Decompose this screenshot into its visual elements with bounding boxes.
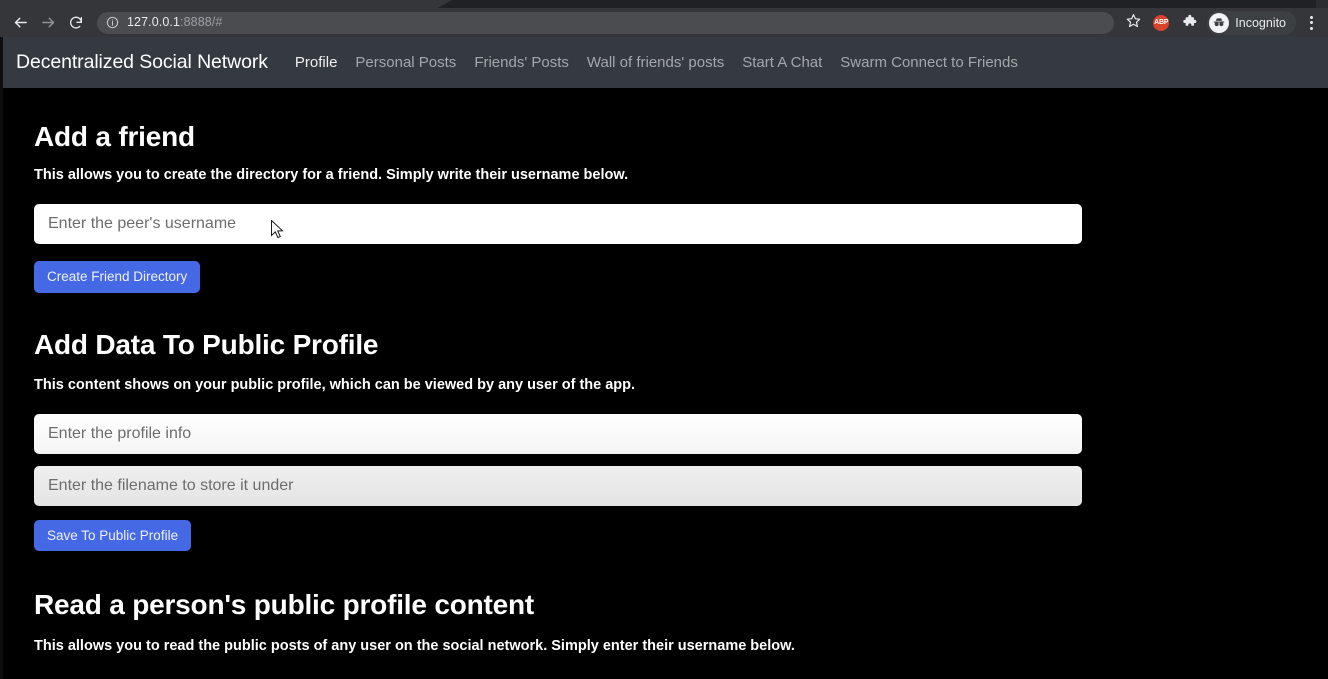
star-icon: [1126, 13, 1141, 33]
adblock-plus-extension-button[interactable]: ABP: [1148, 10, 1174, 36]
reload-button[interactable]: [62, 9, 90, 37]
add-profile-data-description: This content shows on your public profil…: [34, 376, 636, 393]
read-profile-heading: Read a person's public profile content: [34, 589, 535, 620]
puzzle-piece-icon: [1182, 13, 1197, 33]
incognito-avatar-icon: [1209, 12, 1230, 33]
section-read-profile: Read a person's public profile content T…: [34, 589, 1328, 654]
section-add-profile-data: Add Data To Public Profile This content …: [34, 328, 1328, 551]
back-arrow-icon: [12, 14, 29, 31]
add-friend-description: This allows you to create the directory …: [34, 167, 629, 183]
add-profile-data-heading: Add Data To Public Profile: [34, 328, 379, 360]
nav-item-friends-posts[interactable]: Friends' Posts: [465, 55, 578, 70]
incognito-label: Incognito: [1235, 15, 1286, 30]
window-left-edge: [0, 37, 3, 679]
profile-filename-input[interactable]: [34, 465, 1082, 506]
browser-tab[interactable]: [0, 0, 452, 8]
url-host: 127.0.0.1: [127, 15, 181, 30]
page-content: Add a friend This allows you to create t…: [0, 88, 1328, 654]
back-button[interactable]: [6, 9, 34, 37]
browser-window: 127.0.0.1:8888/# ABP Incognito Decentral…: [0, 0, 1328, 679]
url-path: :8888/#: [180, 15, 223, 30]
create-friend-directory-button[interactable]: Create Friend Directory: [34, 261, 201, 293]
read-profile-description: This allows you to read the public posts…: [34, 638, 795, 654]
nav-item-swarm-connect-to-friends[interactable]: Swarm Connect to Friends: [831, 55, 1027, 70]
address-bar[interactable]: 127.0.0.1:8888/#: [97, 11, 1115, 34]
forward-button[interactable]: [34, 9, 62, 37]
tab-strip: [0, 0, 1328, 8]
add-friend-heading: Add a friend: [34, 121, 195, 152]
save-to-public-profile-button[interactable]: Save To Public Profile: [34, 519, 192, 551]
app-nav-links: Profile Personal Posts Friends' Posts Wa…: [286, 55, 1027, 70]
address-bar-text: 127.0.0.1:8888/#: [127, 16, 222, 29]
peer-username-input[interactable]: [34, 204, 1082, 244]
nav-item-start-a-chat[interactable]: Start A Chat: [733, 55, 831, 70]
forward-arrow-icon: [40, 14, 57, 31]
profile-info-input[interactable]: [34, 413, 1082, 454]
app-navbar: Decentralized Social Network Profile Per…: [0, 37, 1328, 88]
section-add-friend: Add a friend This allows you to create t…: [34, 88, 1328, 293]
nav-item-wall-of-friends-posts[interactable]: Wall of friends' posts: [578, 55, 733, 70]
toolbar-right-actions: ABP Incognito: [1120, 10, 1322, 36]
incognito-indicator[interactable]: Incognito: [1207, 10, 1296, 35]
nav-item-profile[interactable]: Profile: [286, 55, 347, 70]
app-brand[interactable]: Decentralized Social Network: [16, 51, 268, 74]
info-circle-icon[interactable]: [105, 16, 119, 30]
abp-icon: ABP: [1153, 14, 1170, 31]
bookmark-button[interactable]: [1120, 10, 1146, 36]
tab-strip-right-edge: [1316, 0, 1328, 8]
three-dot-menu-icon[interactable]: [1300, 10, 1322, 36]
reload-icon: [68, 15, 84, 31]
extensions-button[interactable]: [1176, 10, 1202, 36]
page-viewport: Decentralized Social Network Profile Per…: [0, 37, 1328, 679]
browser-toolbar: 127.0.0.1:8888/# ABP Incognito: [0, 8, 1328, 37]
nav-item-personal-posts[interactable]: Personal Posts: [346, 55, 465, 70]
